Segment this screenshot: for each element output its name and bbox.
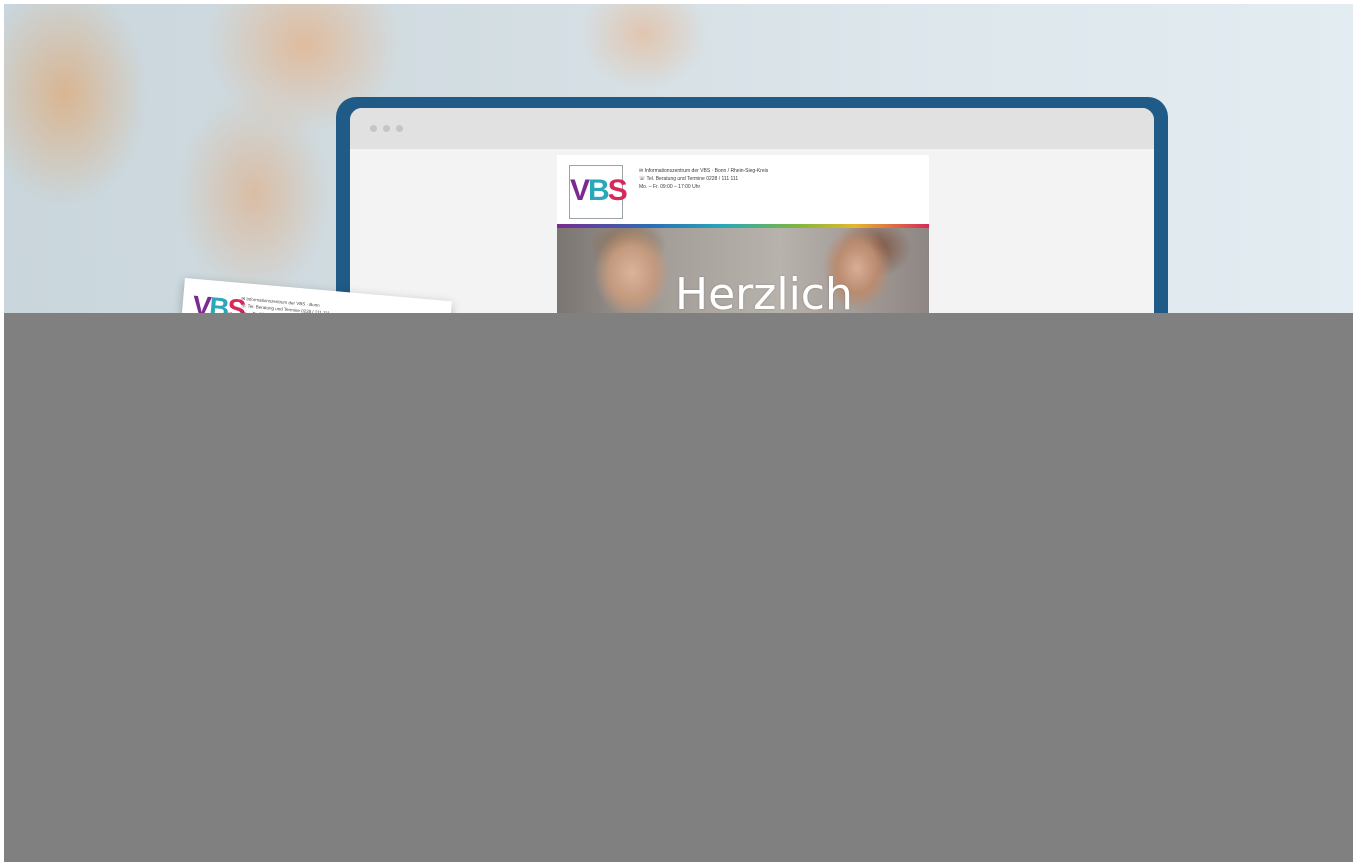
window-dot-icon (383, 125, 390, 132)
logo-letter-s: S (607, 174, 628, 207)
browser-titlebar (350, 108, 1154, 149)
email-info-line: ✉ Informationszentrum der VBS · Bonn / R… (639, 168, 769, 174)
email-contact-info: ✉ Informationszentrum der VBS · Bonn / R… (639, 167, 768, 191)
logo-letter-v: V (570, 174, 590, 207)
vbs-logo: VBS (569, 165, 628, 219)
window-dot-icon (370, 125, 377, 132)
email-info-line: Mo. – Fr. 09:00 – 17:00 Uhr (639, 184, 701, 190)
browser-window: VBS ✉ Informationszentrum der VBS · Bonn… (350, 108, 1154, 348)
gray-overlay (4, 313, 1353, 862)
email-info-line: ☏ Tel. Beratung und Termine 0228 / 111 1… (639, 176, 739, 182)
window-dot-icon (396, 125, 403, 132)
logo-letter-b: B (588, 174, 610, 207)
